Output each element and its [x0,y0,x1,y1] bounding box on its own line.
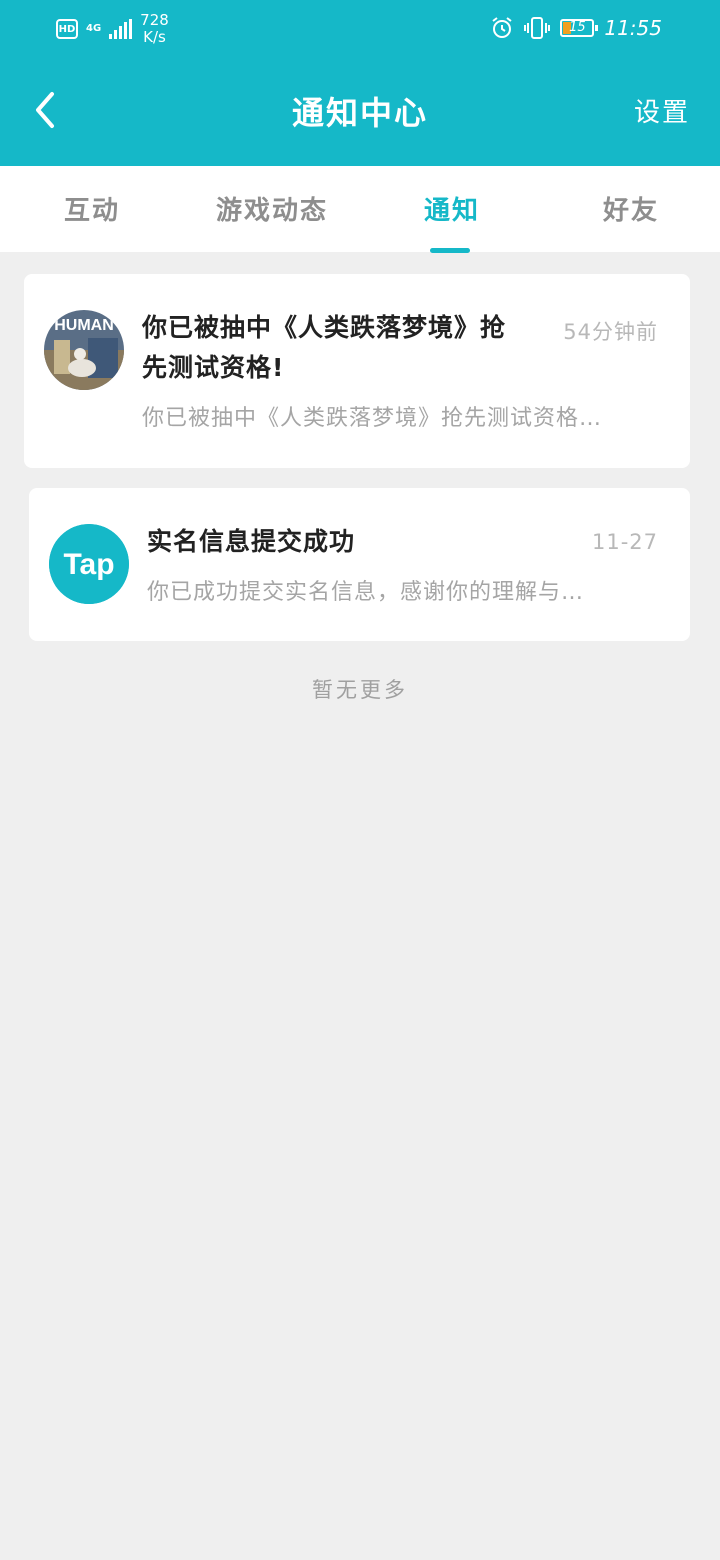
notification-time: 11-27 [591,530,658,554]
notification-time: 54分钟前 [563,320,658,344]
tab-bar: 互动 游戏动态 通知 好友 [0,166,720,253]
tab-friends[interactable]: 好友 [603,190,659,227]
avatar-title-text: HUMAN [54,317,114,334]
hd-icon: HD [56,19,78,39]
battery-level: 15 [569,20,586,35]
no-more-label: 暂无更多 [312,678,408,702]
network-speed: 728 K/s [140,12,169,46]
speed-value: 728 [140,11,169,29]
notification-card[interactable]: HUMAN 你已被抽中《人类跌落梦境》抢 先测试资格! 54分钟前 你已被抽中《… [24,274,690,468]
clock: 11:55 [604,16,662,40]
notification-title-line2: 先测试资格! [142,353,285,382]
app-bar: 通知中心 设置 [0,56,720,166]
notification-card[interactable]: Tap 实名信息提交成功 11-27 你已成功提交实名信息，感谢你的理解与… [29,488,690,641]
alarm-icon [492,17,512,38]
vibrate-icon [524,17,551,39]
hd-label: HD [58,23,76,35]
status-bar: HD 4G 728 K/s 15 11:55 [0,0,720,56]
speed-unit: K/s [143,28,166,46]
notification-title-line1: 你已被抽中《人类跌落梦境》抢 [142,313,507,342]
battery-icon: 15 [560,19,599,37]
tap-logo-avatar: Tap [49,524,129,604]
notification-body: 你已成功提交实名信息，感谢你的理解与… [147,580,585,605]
page-title: 通知中心 [291,94,428,132]
tab-game-updates[interactable]: 游戏动态 [216,190,328,227]
active-tab-indicator [430,248,470,253]
top-bar: HD 4G 728 K/s 15 11:55 通知中心 设置 [0,0,720,166]
tap-logo-text: Tap [63,548,114,581]
settings-button[interactable]: 设置 [634,92,690,129]
tab-interaction[interactable]: 互动 [64,190,120,227]
signal-icon [109,19,133,39]
notification-body: 你已被抽中《人类跌落梦境》抢先测试资格… [142,406,603,431]
game-avatar: HUMAN [44,310,124,390]
tab-notifications[interactable]: 通知 [424,190,480,227]
network-type: 4G [86,23,102,34]
notification-title: 你已被抽中《人类跌落梦境》抢 先测试资格! [142,308,542,388]
notification-title: 实名信息提交成功 [147,527,356,556]
